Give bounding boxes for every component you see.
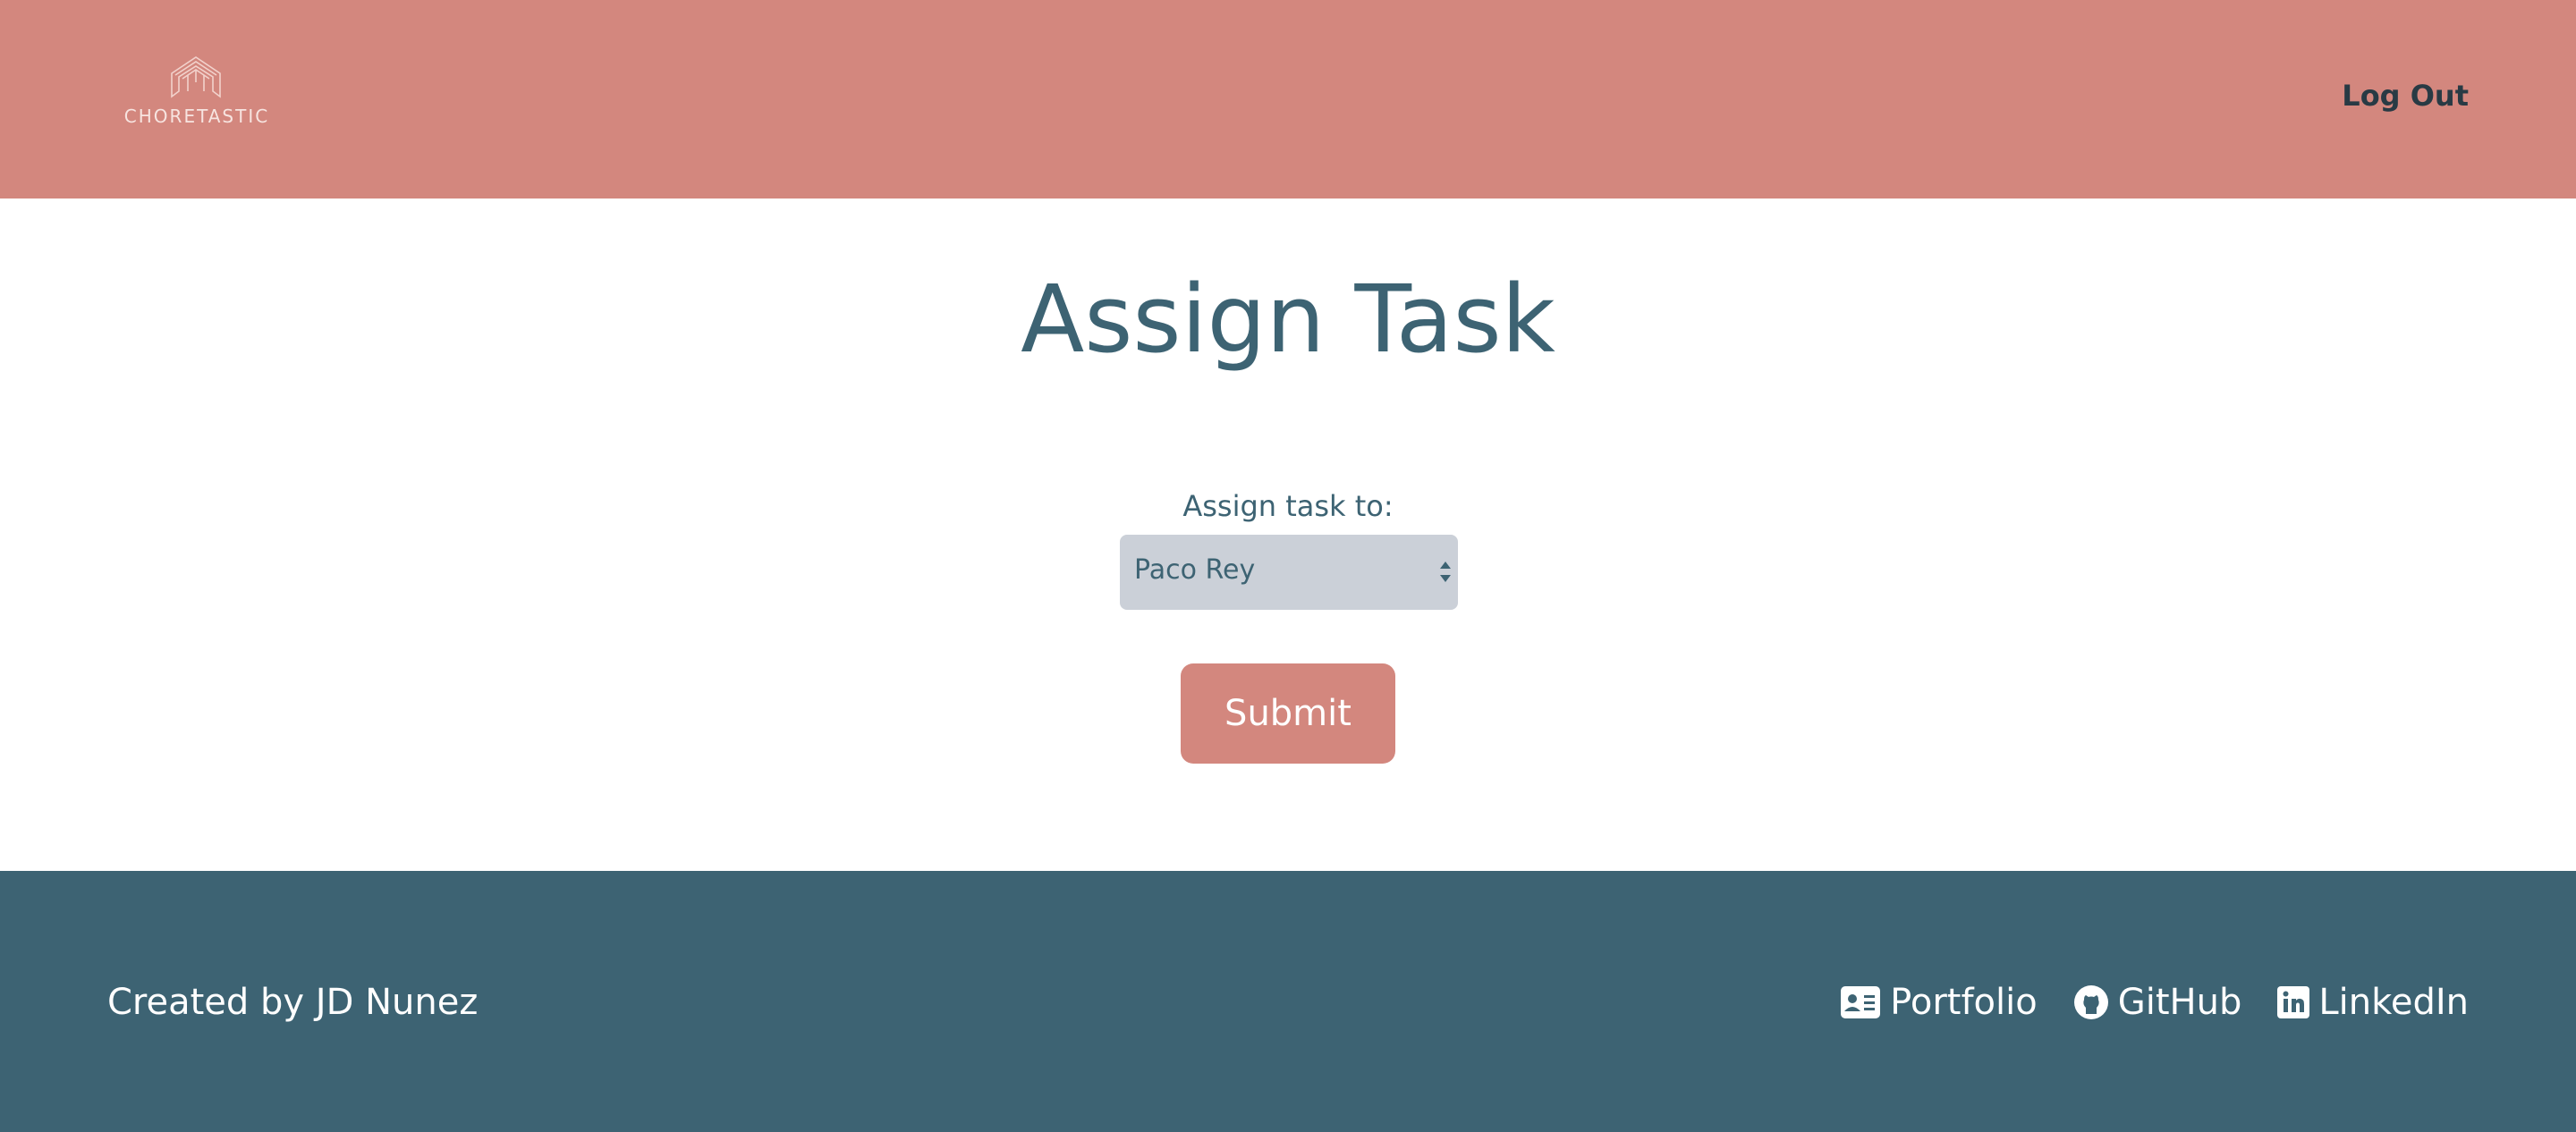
github-link-label: GitHub	[2117, 982, 2242, 1023]
portfolio-link[interactable]: Portfolio	[1840, 982, 2038, 1023]
header: CHORETASTIC Log Out	[0, 0, 2576, 199]
github-icon	[2073, 985, 2108, 1019]
linkedin-icon	[2277, 986, 2310, 1018]
github-link[interactable]: GitHub	[2073, 982, 2242, 1023]
submit-button[interactable]: Submit	[1181, 663, 1395, 764]
logo[interactable]: CHORETASTIC	[123, 55, 270, 131]
linkedin-link[interactable]: LinkedIn	[2277, 982, 2469, 1023]
assignee-select-value: Paco Rey	[1134, 554, 1256, 586]
house-logo-icon	[171, 56, 221, 98]
portfolio-link-label: Portfolio	[1890, 982, 2038, 1023]
logout-link[interactable]: Log Out	[2342, 79, 2469, 113]
assign-label: Assign task to:	[1182, 489, 1394, 523]
linkedin-link-label: LinkedIn	[2318, 982, 2469, 1023]
id-card-icon	[1841, 986, 1881, 1018]
logo-text: CHORETASTIC	[123, 106, 270, 127]
page-title: Assign Task	[1021, 265, 1555, 374]
footer: Created by JD Nunez Portfolio GitHub Lin…	[0, 871, 2576, 1132]
assignee-select[interactable]: Paco Rey	[1120, 535, 1458, 610]
footer-links: Portfolio GitHub LinkedIn	[1840, 982, 2469, 1023]
footer-credit: Created by JD Nunez	[107, 982, 479, 1023]
select-arrows-icon	[1440, 562, 1451, 582]
